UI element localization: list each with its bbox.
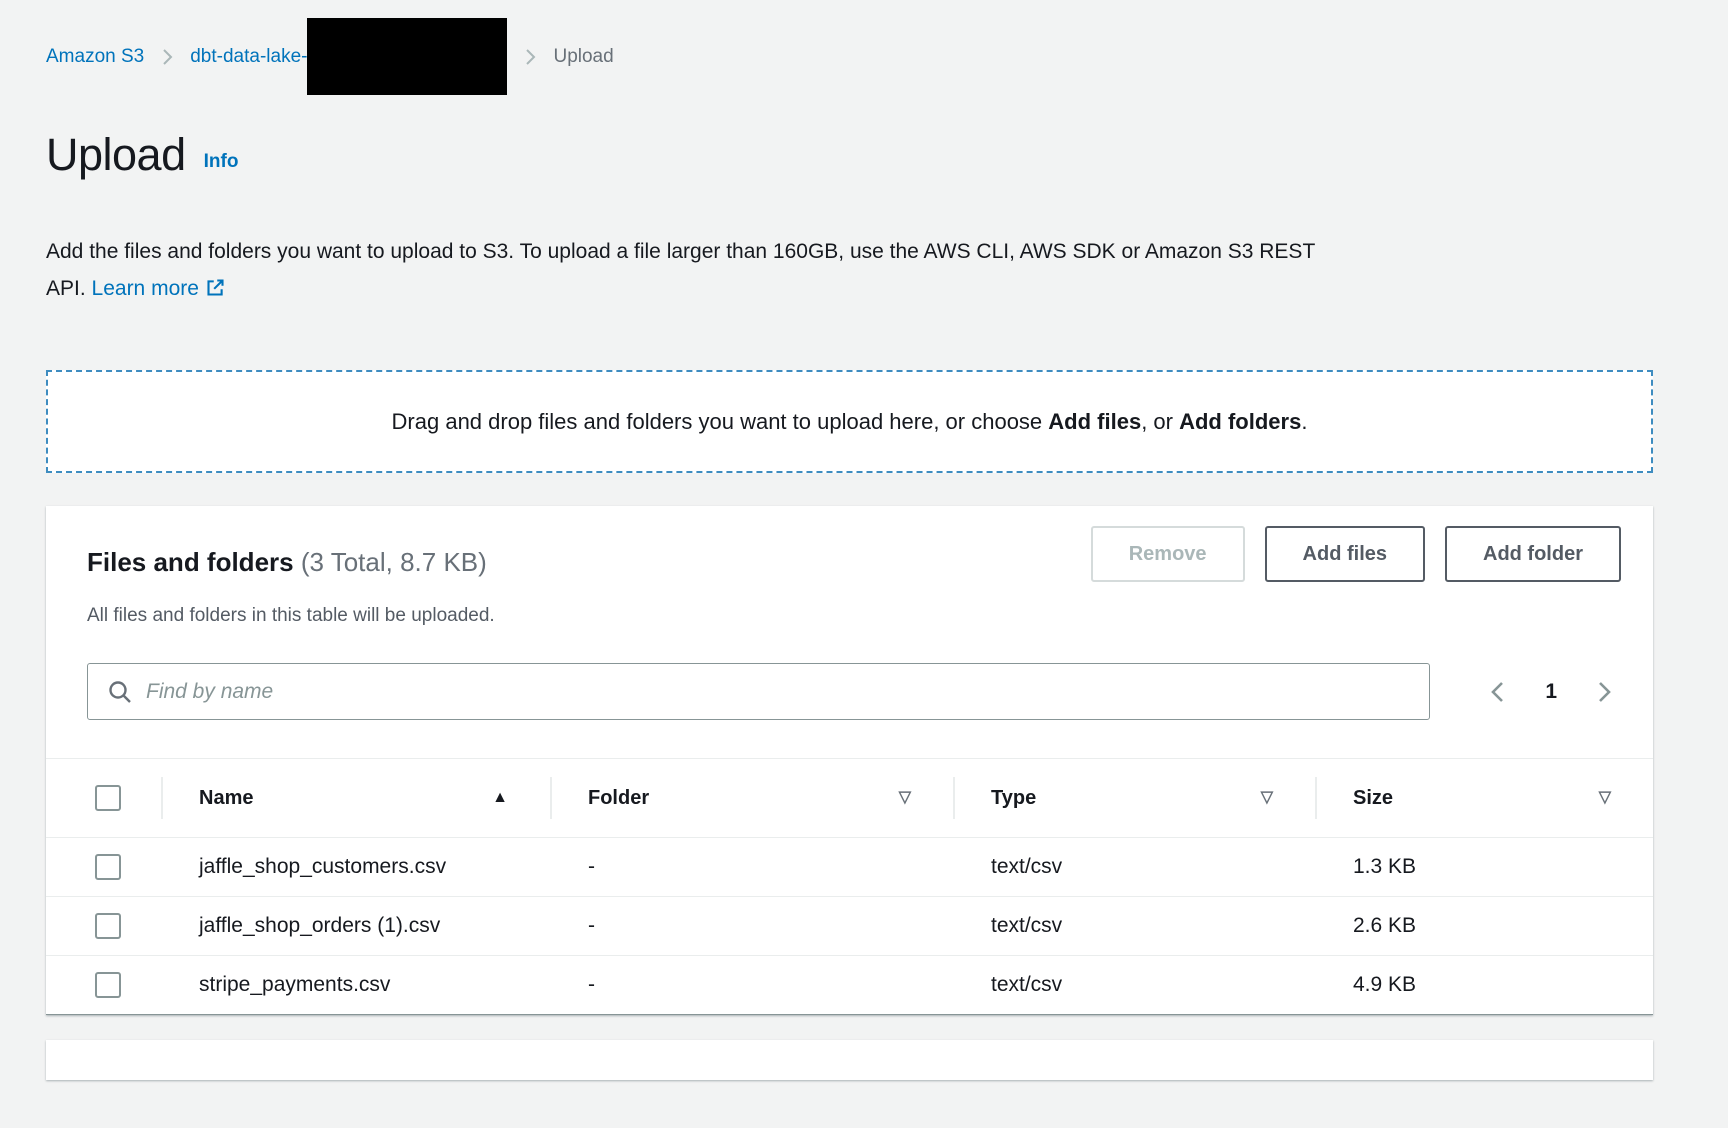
external-link-icon [205, 277, 226, 298]
sort-down-icon [899, 790, 911, 806]
sort-ascending-icon [492, 790, 508, 806]
column-header-type-label: Type [991, 787, 1036, 810]
filter-row: 1 [46, 627, 1653, 720]
dropzone-text: Drag and drop files and folders you want… [392, 409, 1308, 435]
column-header-size[interactable]: Size [1315, 759, 1653, 837]
row-checkbox-cell [46, 854, 161, 880]
panel-title: Files and folders (3 Total, 8.7 KB) [87, 547, 495, 577]
breadcrumb-bucket-link[interactable]: dbt-data-lake- [190, 46, 307, 68]
cell-size: 4.9 KB [1315, 966, 1653, 1004]
search-input[interactable] [146, 664, 1429, 719]
select-all-checkbox[interactable] [95, 785, 121, 811]
intro-sentence: Add the files and folders you want to up… [46, 240, 1315, 300]
panel-actions: Remove Add files Add folder [1091, 526, 1621, 582]
column-header-name[interactable]: Name [161, 759, 550, 837]
search-icon [106, 678, 134, 706]
files-table: Name Folder Type Size jaffle_shop_custom… [46, 758, 1653, 1015]
column-header-size-label: Size [1353, 787, 1393, 810]
sort-down-icon [1261, 790, 1273, 806]
cell-type: text/csv [953, 966, 1315, 1004]
page-title-row: Upload Info [46, 129, 1728, 181]
file-name: jaffle_shop_orders (1).csv [199, 907, 440, 945]
pagination: 1 [1481, 673, 1621, 711]
row-checkbox[interactable] [95, 913, 121, 939]
cell-type: text/csv [953, 907, 1315, 945]
chevron-right-icon [523, 47, 537, 67]
row-checkbox[interactable] [95, 854, 121, 880]
breadcrumb-amazon-s3-link[interactable]: Amazon S3 [46, 46, 144, 68]
learn-more-link[interactable]: Learn more [92, 277, 226, 300]
column-header-folder-label: Folder [588, 787, 649, 810]
panel-header-titles: Files and folders (3 Total, 8.7 KB) All … [87, 526, 495, 627]
cell-name: stripe_payments.csv [161, 966, 550, 1004]
row-checkbox-cell [46, 913, 161, 939]
cell-size: 1.3 KB [1315, 848, 1653, 886]
panel-subtitle: All files and folders in this table will… [87, 605, 495, 627]
breadcrumb-current: Upload [553, 46, 613, 68]
next-section-card [46, 1040, 1653, 1080]
dropzone-text-suffix: . [1301, 409, 1307, 434]
intro-text: Add the files and folders you want to up… [46, 233, 1316, 307]
dropzone-add-files-label: Add files [1048, 409, 1141, 434]
panel-title-label: Files and folders [87, 547, 294, 577]
cell-type: text/csv [953, 848, 1315, 886]
previous-page-button[interactable] [1481, 673, 1515, 711]
drag-and-drop-zone[interactable]: Drag and drop files and folders you want… [46, 370, 1653, 473]
page-number[interactable]: 1 [1541, 680, 1561, 704]
breadcrumb: Amazon S3 dbt-data-lake- Upload [46, 0, 1728, 95]
panel-count-summary: (3 Total, 8.7 KB) [301, 547, 487, 577]
table-row: jaffle_shop_orders (1).csv - text/csv 2.… [46, 897, 1653, 956]
cell-folder: - [550, 966, 953, 1004]
info-link[interactable]: Info [204, 151, 239, 173]
dropzone-text-prefix: Drag and drop files and folders you want… [392, 409, 1049, 434]
file-name: stripe_payments.csv [199, 966, 390, 1004]
table-row: jaffle_shop_customers.csv - text/csv 1.3… [46, 838, 1653, 897]
files-and-folders-panel: Files and folders (3 Total, 8.7 KB) All … [46, 506, 1653, 1015]
next-page-button[interactable] [1587, 673, 1621, 711]
add-folder-button[interactable]: Add folder [1445, 526, 1621, 582]
row-checkbox[interactable] [95, 972, 121, 998]
column-header-folder[interactable]: Folder [550, 759, 953, 837]
page-title: Upload [46, 129, 186, 181]
learn-more-label: Learn more [92, 277, 199, 300]
file-name: jaffle_shop_customers.csv [199, 848, 446, 886]
column-header-name-label: Name [199, 787, 253, 810]
table-header-row: Name Folder Type Size [46, 758, 1653, 838]
table-header-checkbox-cell [46, 759, 161, 837]
chevron-right-icon [160, 47, 174, 67]
redacted-bucket-name [307, 18, 507, 95]
cell-folder: - [550, 848, 953, 886]
remove-button[interactable]: Remove [1091, 526, 1245, 582]
cell-name: jaffle_shop_customers.csv [161, 848, 550, 886]
cell-name: jaffle_shop_orders (1).csv [161, 907, 550, 945]
table-row: stripe_payments.csv - text/csv 4.9 KB [46, 956, 1653, 1014]
dropzone-text-middle: , or [1141, 409, 1179, 434]
column-header-type[interactable]: Type [953, 759, 1315, 837]
add-files-button[interactable]: Add files [1265, 526, 1425, 582]
sort-down-icon [1599, 790, 1611, 806]
panel-header: Files and folders (3 Total, 8.7 KB) All … [46, 506, 1653, 627]
row-checkbox-cell [46, 972, 161, 998]
breadcrumb-bucket: dbt-data-lake- [190, 18, 507, 95]
cell-folder: - [550, 907, 953, 945]
dropzone-add-folders-label: Add folders [1179, 409, 1301, 434]
search-box [87, 663, 1430, 720]
cell-size: 2.6 KB [1315, 907, 1653, 945]
